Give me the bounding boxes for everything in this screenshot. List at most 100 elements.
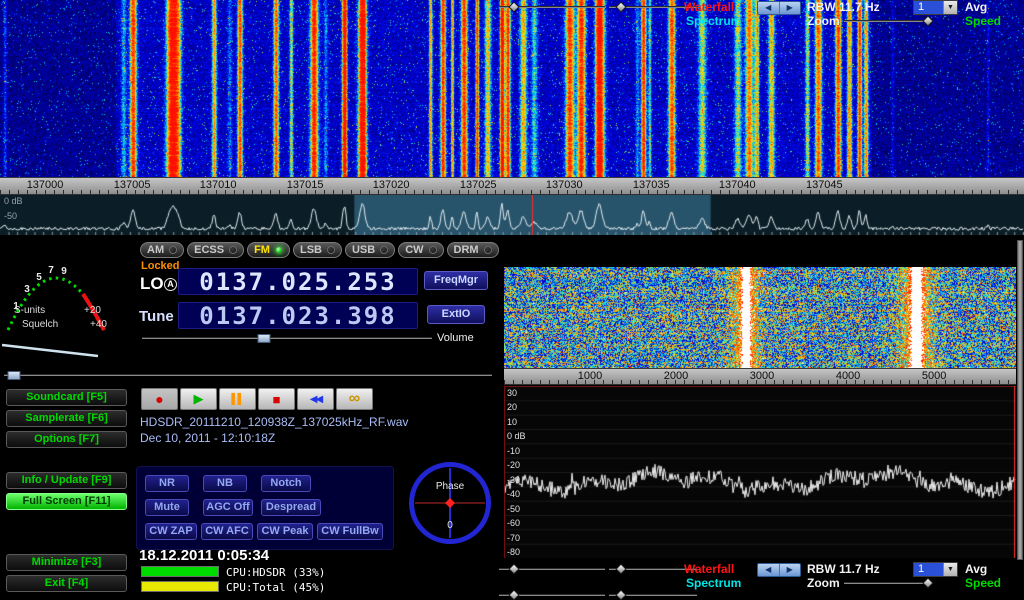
db-tick: -10: [507, 446, 520, 456]
mode-button-ecss[interactable]: ECSS: [187, 242, 244, 258]
rf-frequency-ruler[interactable]: 1000 2000 3000 4000 5000: [504, 368, 1016, 385]
rf-brightness-slider-bottom[interactable]: [499, 563, 605, 576]
freqmgr-button[interactable]: FreqMgr: [424, 271, 488, 290]
s-meter-scale-5: 5: [36, 272, 42, 283]
info-update-button[interactable]: Info / Update [F9]: [6, 472, 127, 489]
stop-button[interactable]: ■: [258, 388, 295, 410]
dropdown-arrow-icon[interactable]: ▼: [943, 1, 957, 14]
slider-handle[interactable]: [616, 563, 627, 574]
loop-button[interactable]: ∞: [336, 388, 373, 410]
slider-handle[interactable]: [508, 589, 519, 600]
ruler-ticks: [0, 190, 1024, 194]
tune-frequency-display[interactable]: 0137.023.398: [178, 302, 418, 329]
squelch-slider[interactable]: [4, 369, 492, 382]
cpu-total-meter: [141, 581, 219, 592]
slider-handle[interactable]: [508, 563, 519, 574]
mode-label: AM: [147, 245, 164, 256]
scroll-right-icon[interactable]: ▶: [780, 564, 801, 576]
slider-handle[interactable]: [8, 371, 21, 380]
rf-waterfall[interactable]: [504, 267, 1016, 368]
mode-button-fm[interactable]: FM: [247, 242, 290, 258]
rf-scrollbar[interactable]: [1017, 240, 1023, 560]
mode-led-icon: [327, 246, 335, 254]
slider-groove: [844, 20, 932, 22]
cw-fullbw-button[interactable]: CW FullBw: [317, 523, 383, 540]
waterfall-toggle-bottom[interactable]: Waterfall: [684, 562, 734, 576]
play-icon: ▶: [194, 391, 204, 407]
lock-badge-icon[interactable]: A: [164, 278, 177, 291]
mode-button-cw[interactable]: CW: [398, 242, 443, 258]
lo-frequency-display[interactable]: 0137.025.253: [178, 268, 418, 295]
cw-zap-button[interactable]: CW ZAP: [145, 523, 197, 540]
full-screen-button[interactable]: Full Screen [F11]: [6, 493, 127, 510]
rf-control-bar-bottom: Waterfall ◀▶ RBW 11.7 Hz 1▼ Avg Spectrum…: [497, 562, 1024, 600]
mode-button-drm[interactable]: DRM: [447, 242, 499, 258]
slider-handle[interactable]: [616, 589, 627, 600]
despread-button[interactable]: Despread: [261, 499, 321, 516]
options-button[interactable]: Options [F7]: [6, 431, 127, 448]
mode-label: USB: [352, 245, 375, 256]
speed-label-bottom: Speed: [965, 576, 1001, 590]
soundcard-button[interactable]: Soundcard [F5]: [6, 389, 127, 406]
zoom-label-bottom: Zoom: [807, 576, 840, 590]
record-button[interactable]: ●: [141, 388, 178, 410]
rf-lower-slider1-bottom[interactable]: [499, 589, 605, 600]
cw-peak-button[interactable]: CW Peak: [257, 523, 313, 540]
slider-handle[interactable]: [616, 1, 627, 12]
cw-afc-button[interactable]: CW AFC: [201, 523, 253, 540]
play-button[interactable]: ▶: [180, 388, 217, 410]
slider-handle[interactable]: [922, 577, 933, 588]
spectrum-toggle-top[interactable]: Spectrum: [686, 14, 741, 28]
mode-label: CW: [405, 245, 423, 256]
db-tick: -20: [507, 460, 520, 470]
rf-spectrum[interactable]: [504, 386, 1016, 558]
mode-led-icon: [484, 246, 492, 254]
notch-button[interactable]: Notch: [261, 475, 311, 492]
slider-handle[interactable]: [922, 15, 933, 26]
agc-off-button[interactable]: AGC Off: [203, 499, 253, 516]
phase-center-marker: [445, 498, 455, 508]
rf-brightness-slider-top[interactable]: [499, 1, 605, 14]
s-units-label: S-units: [14, 305, 45, 316]
exit-button[interactable]: Exit [F4]: [6, 575, 127, 592]
hdsdr-window: 137000 137005 137010 137015 137020 13702…: [0, 0, 1024, 600]
mute-button[interactable]: Mute: [145, 499, 189, 516]
scroll-left-icon[interactable]: ◀: [758, 564, 780, 576]
mode-led-icon: [429, 246, 437, 254]
main-frequency-ruler[interactable]: 137000 137005 137010 137015 137020 13702…: [0, 177, 1024, 195]
avg-dropdown-top[interactable]: 1▼: [913, 0, 958, 15]
dropdown-arrow-icon[interactable]: ▼: [943, 563, 957, 576]
mode-button-am[interactable]: AM: [140, 242, 184, 258]
zoom-slider-top[interactable]: [844, 15, 932, 28]
minimize-button[interactable]: Minimize [F3]: [6, 554, 127, 571]
scroll-left-icon[interactable]: ◀: [758, 2, 780, 14]
slider-handle[interactable]: [508, 1, 519, 12]
avg-dropdown-bottom[interactable]: 1▼: [913, 562, 958, 577]
rf-shift-scrollbar-bottom[interactable]: ◀▶: [757, 563, 801, 577]
rewind-button[interactable]: ◀◀: [297, 388, 334, 410]
pause-button[interactable]: ▌▌: [219, 388, 256, 410]
scroll-right-icon[interactable]: ▶: [780, 2, 801, 14]
extio-button[interactable]: ExtIO: [427, 305, 485, 324]
main-spectrum[interactable]: [0, 195, 1024, 235]
zoom-slider-bottom[interactable]: [844, 577, 932, 590]
datetime-display: 18.12.2011 0:05:34: [139, 547, 269, 564]
mode-button-usb[interactable]: USB: [345, 242, 395, 258]
s-meter-scale-9: 9: [61, 266, 67, 277]
nr-button[interactable]: NR: [145, 475, 189, 492]
volume-slider[interactable]: [142, 332, 432, 345]
nb-button[interactable]: NB: [203, 475, 247, 492]
locked-label: Locked: [141, 260, 180, 272]
spectrum-toggle-bottom[interactable]: Spectrum: [686, 576, 741, 590]
plus40-label: +40: [90, 319, 107, 330]
samplerate-button[interactable]: Samplerate [F6]: [6, 410, 127, 427]
avg-dropdown-value: 1: [914, 1, 943, 14]
waterfall-toggle-top[interactable]: Waterfall: [684, 0, 734, 14]
rf-lower-slider2-bottom[interactable]: [609, 589, 697, 600]
mode-button-lsb[interactable]: LSB: [293, 242, 342, 258]
db-tick: 20: [507, 402, 517, 412]
s-meter[interactable]: 1 3 5 7 9 S-units +20 Squelch +40: [0, 248, 132, 374]
rf-shift-scrollbar-top[interactable]: ◀▶: [757, 1, 801, 15]
slider-handle[interactable]: [257, 334, 270, 343]
slider-groove: [4, 374, 492, 376]
